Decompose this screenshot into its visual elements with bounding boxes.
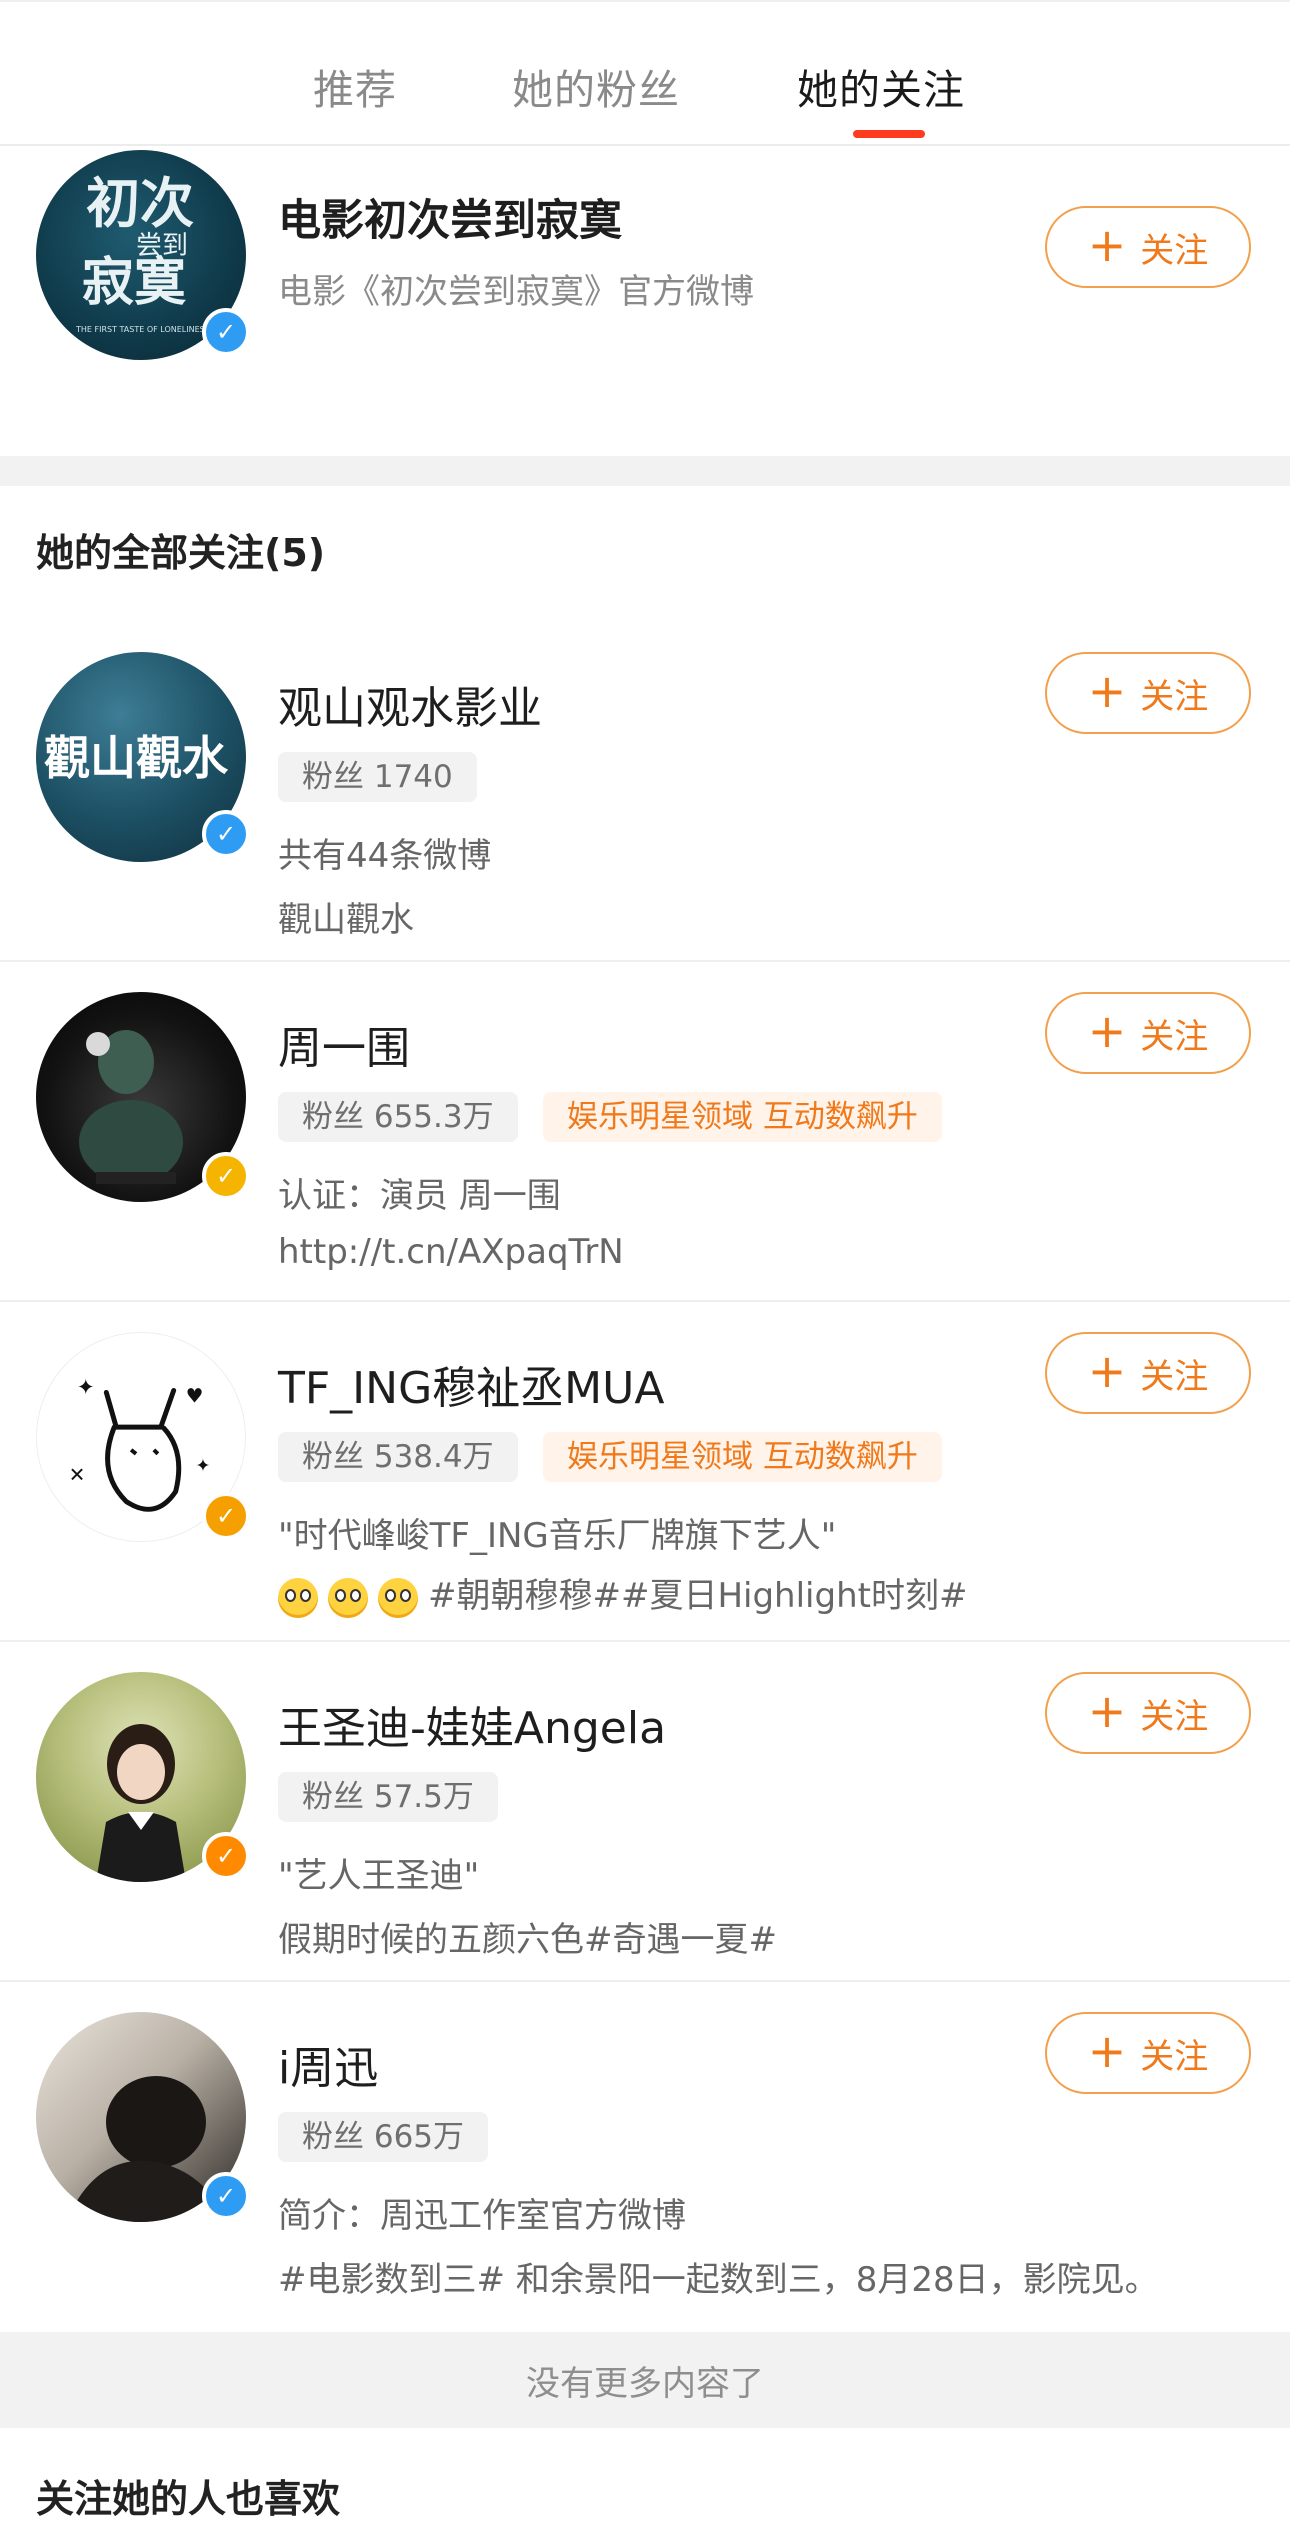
verified-blue-icon: ✓	[202, 308, 250, 356]
follow-button[interactable]: + 关注	[1045, 206, 1251, 288]
featured-name[interactable]: 电影初次尝到寂寞	[278, 186, 622, 248]
no-more-content: 没有更多内容了	[0, 2332, 1290, 2428]
active-tab-indicator	[853, 130, 925, 138]
trending-tag: 娱乐明星领域 互动数飙升	[543, 1092, 942, 1142]
verified-orange-icon: ✓	[202, 1832, 250, 1880]
tab-recommend[interactable]: 推荐	[313, 56, 397, 116]
user-name[interactable]: TF_ING穆祉丞MUA	[278, 1352, 664, 1416]
user-bio-line: 假期时候的五颜六色#奇遇一夏#	[278, 1920, 777, 1960]
svg-text:寂寞: 寂寞	[82, 252, 186, 313]
follow-button[interactable]: + 关注	[1045, 992, 1251, 1074]
tab-her-following[interactable]: 她的关注	[797, 56, 965, 116]
user-name[interactable]: 周一围	[278, 1012, 410, 1076]
user-info-line: 共有44条微博	[278, 836, 492, 876]
plus-icon: +	[1087, 1684, 1127, 1738]
user-info-line: 认证：演员 周一围	[278, 1176, 561, 1216]
following-list-title: 她的全部关注(5)	[36, 531, 326, 575]
follow-button[interactable]: + 关注	[1045, 1332, 1251, 1414]
featured-account[interactable]: 初次 尝到 寂寞 THE FIRST TASTE OF LONELINESS ✓…	[0, 146, 1290, 456]
svg-text:初次: 初次	[86, 171, 194, 235]
plus-icon: +	[1087, 218, 1127, 272]
user-name[interactable]: 王圣迪-娃娃Angela	[278, 1692, 666, 1756]
user-name[interactable]: 观山观水影业	[278, 672, 542, 736]
verified-blue-icon: ✓	[202, 2172, 250, 2220]
user-bio-line: #电影数到三# 和余景阳一起数到三，8月28日，影院见。	[278, 2260, 1159, 2300]
featured-description: 电影《初次尝到寂寞》官方微博	[278, 272, 754, 312]
fans-count: 粉丝 665万	[278, 2112, 489, 2162]
tab-her-fans[interactable]: 她的粉丝	[512, 56, 680, 116]
follow-button[interactable]: + 关注	[1045, 1672, 1251, 1754]
user-info-line: "时代峰峻TF_ING音乐厂牌旗下艺人"	[278, 1516, 837, 1556]
list-item[interactable]: ✓ 王圣迪-娃娃Angela 粉丝 57.5万 "艺人王圣迪" 假期时候的五颜六…	[0, 1642, 1290, 1980]
flushed-emoji-icon	[378, 1577, 418, 1618]
user-bio-line: 觀山觀水	[278, 900, 414, 940]
list-item[interactable]: ✓ 周一围 粉丝 655.3万 娱乐明星领域 互动数飙升 认证：演员 周一围 h…	[0, 962, 1290, 1300]
user-bio-line: #朝朝穆穆##夏日Highlight时刻#	[278, 1568, 967, 1618]
verified-orange-icon: ✓	[202, 1492, 250, 1540]
svg-text:✦: ✦	[77, 1375, 95, 1400]
flushed-emoji-icon	[278, 1577, 318, 1618]
plus-icon: +	[1087, 1004, 1127, 1058]
follow-button[interactable]: + 关注	[1045, 2012, 1251, 2094]
fans-count: 粉丝 1740	[278, 752, 477, 802]
list-item[interactable]: ✓ i周迅 粉丝 665万 简介：周迅工作室官方微博 #电影数到三# 和余景阳一…	[0, 1982, 1290, 2332]
fans-count: 粉丝 538.4万	[278, 1432, 518, 1482]
recommend-section-title: 关注她的人也喜欢	[36, 2477, 341, 2521]
flushed-emoji-icon	[328, 1577, 368, 1618]
follow-button[interactable]: + 关注	[1045, 652, 1251, 734]
tab-bar: 推荐 她的粉丝 她的关注	[0, 0, 1290, 146]
svg-text:THE FIRST TASTE OF LONELINESS: THE FIRST TASTE OF LONELINESS	[75, 325, 210, 334]
plus-icon: +	[1087, 664, 1127, 718]
svg-text:✕: ✕	[69, 1464, 86, 1487]
section-divider	[0, 456, 1290, 486]
user-name[interactable]: i周迅	[278, 2032, 378, 2096]
plus-icon: +	[1087, 1344, 1127, 1398]
verified-gold-icon: ✓	[202, 1152, 250, 1200]
plus-icon: +	[1087, 2024, 1127, 2078]
trending-tag: 娱乐明星领域 互动数飙升	[543, 1432, 942, 1482]
fans-count: 粉丝 655.3万	[278, 1092, 518, 1142]
svg-text:✦: ✦	[195, 1456, 210, 1477]
list-item[interactable]: ✦ ♥ ✕ ✦ ✓ TF_ING穆祉丞MUA 粉丝 538.4万 娱乐明星领域 …	[0, 1302, 1290, 1640]
fans-count: 粉丝 57.5万	[278, 1772, 498, 1822]
user-link[interactable]: http://t.cn/AXpaqTrN	[278, 1232, 624, 1272]
user-info-line: 简介：周迅工作室官方微博	[278, 2196, 686, 2236]
svg-text:♥: ♥	[186, 1384, 204, 1407]
verified-blue-icon: ✓	[202, 810, 250, 858]
user-info-line: "艺人王圣迪"	[278, 1856, 480, 1896]
svg-text:觀山觀水: 觀山觀水	[44, 731, 229, 785]
list-item[interactable]: 觀山觀水 ✓ 观山观水影业 粉丝 1740 共有44条微博 觀山觀水 + 关注	[0, 620, 1290, 960]
